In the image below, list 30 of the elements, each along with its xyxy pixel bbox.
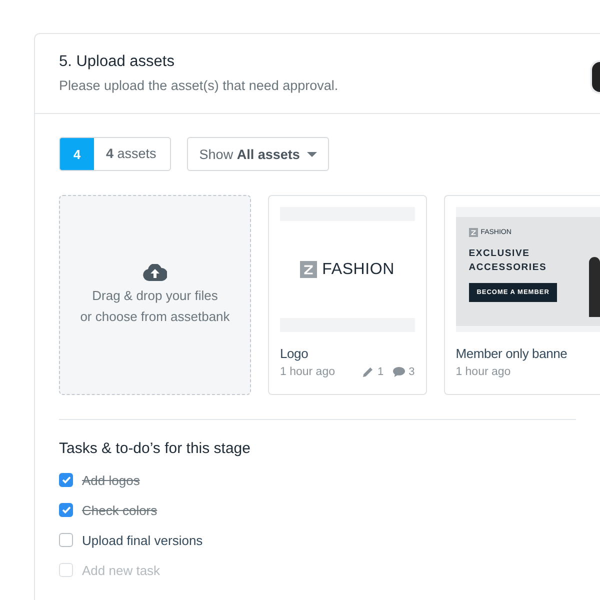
step-title: 5. Upload assets xyxy=(59,53,176,71)
asset-name: Logo xyxy=(280,346,308,361)
asset-name: Member only banne xyxy=(456,346,568,361)
upload-dropzone[interactable]: Drag & drop your files or choose from assetbank xyxy=(59,195,251,395)
checkbox[interactable] xyxy=(59,533,73,547)
asset-count-label: 4 assets xyxy=(105,145,158,163)
task-label: Add logos xyxy=(82,472,140,488)
checkbox[interactable] xyxy=(59,503,73,517)
cloud-upload-icon xyxy=(143,264,167,280)
letter-mark-icon xyxy=(300,261,318,278)
banner-headline: EXCLUSIVE ACCESSORIES xyxy=(468,247,548,275)
checkbox[interactable] xyxy=(59,473,73,487)
caret-icon xyxy=(306,152,317,156)
edit-count: 1 xyxy=(377,366,384,378)
upload-time: 1 hour ago xyxy=(456,366,511,378)
step-subtitle: Please upload the asset(s) that need approval. xyxy=(59,78,340,93)
comment-icon xyxy=(392,366,406,378)
count-badge: 4 xyxy=(60,138,94,170)
filter-dropdown[interactable]: Show All assets xyxy=(187,137,329,171)
comment-count: 3 xyxy=(408,366,415,378)
task-label: Check colors xyxy=(82,502,158,518)
tasks-heading: Tasks & to-do’s for this stage xyxy=(59,440,252,457)
logo-text: FASHION xyxy=(322,260,395,278)
pencil-icon xyxy=(362,366,374,378)
photo-placeholder xyxy=(588,257,600,317)
dropzone-instructions: Drag & drop your files or choose from assetbank xyxy=(80,286,230,326)
task-label: Upload final versions xyxy=(82,532,203,548)
letter-mark-icon xyxy=(468,228,478,237)
task-label: Add new task xyxy=(82,562,160,578)
upload-time: 1 hour ago xyxy=(280,366,335,378)
